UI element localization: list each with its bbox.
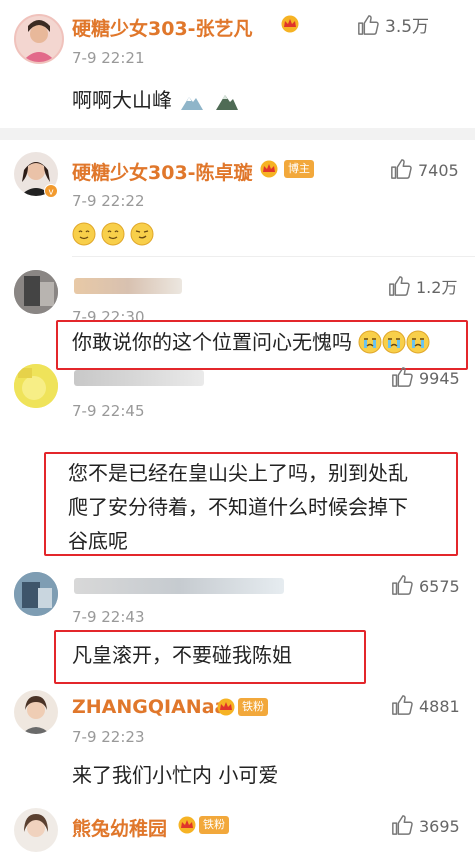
comment-text: 来了我们小忙内 小可爱 <box>72 763 279 787</box>
timestamp: 7-9 22:22 <box>72 192 145 210</box>
comment-text-line: 谷底呢 <box>68 529 128 553</box>
crown-icon <box>178 816 196 834</box>
comment-text-line: 爬了安分待着，不知道什么时候会掉下 <box>68 495 408 519</box>
comment-7: 熊兔幼稚园 铁粉 3695 <box>0 804 475 852</box>
verified-icon: v <box>44 184 58 198</box>
timestamp: 7-9 22:43 <box>72 608 145 626</box>
comment-text: 凡皇滚开，不要碰我陈姐 <box>72 643 292 667</box>
comment-text-line: 您不是已经在皇山尖上了吗，别到处乱 <box>68 461 408 485</box>
like-button[interactable]: 9945 <box>391 366 460 388</box>
avatar-image <box>14 364 58 408</box>
comment-6: ZHANGQIANaa 铁粉 4881 7-9 22:23 来了我们小忙内 小可… <box>0 686 475 804</box>
comment-5: 6575 7-9 22:43 凡皇滚开，不要碰我陈姐 <box>0 566 475 686</box>
comment-3: 1.2万 7-9 22:30 你敢说你的这个位置问心无愧吗 <box>0 256 475 370</box>
mountain-emoji <box>181 97 204 110</box>
thumbs-up-icon <box>392 815 413 835</box>
thumbs-up-icon <box>392 575 413 595</box>
comment-text: 你敢说你的这个位置问心无愧吗 <box>72 325 430 359</box>
avatar-image <box>22 20 56 62</box>
username-redacted <box>74 370 204 386</box>
fan-badge: 铁粉 <box>238 698 268 716</box>
divider <box>0 128 475 140</box>
comment-2: v 硬糖少女303-陈卓璇 博主 7405 7-9 22:22 <box>0 140 475 256</box>
comment-emojis <box>72 222 154 246</box>
thumbs-up-icon <box>358 15 379 35</box>
username[interactable]: ZHANGQIANaa <box>72 696 227 718</box>
crown-icon <box>281 15 299 33</box>
avatar-image <box>14 572 58 616</box>
username-redacted <box>74 278 182 294</box>
like-count: 7405 <box>418 161 459 180</box>
like-button[interactable]: 1.2万 <box>388 274 457 298</box>
username[interactable]: 硬糖少女303-陈卓璇 <box>72 158 253 185</box>
smile-emoji <box>101 222 125 246</box>
avatar[interactable] <box>14 808 58 852</box>
timestamp: 7-9 22:21 <box>72 49 145 67</box>
like-count: 9945 <box>419 369 460 388</box>
crown-icon <box>217 698 235 716</box>
username[interactable]: 硬糖少女303-张艺凡 <box>72 14 253 41</box>
smile-emoji <box>130 222 154 246</box>
author-badge: 博主 <box>284 160 314 178</box>
avatar[interactable] <box>14 270 58 314</box>
username[interactable]: 熊兔幼稚园 <box>72 814 167 841</box>
comment-text: 啊啊大山峰 <box>72 83 241 117</box>
timestamp: 7-9 22:23 <box>72 728 145 746</box>
like-button[interactable]: 3.5万 <box>357 12 429 37</box>
like-button[interactable]: 7405 <box>390 158 459 180</box>
like-button[interactable]: 6575 <box>391 574 460 596</box>
thumbs-up-icon <box>389 276 410 296</box>
comment-1: 硬糖少女303-张艺凡 3.5万 7-9 22:21 啊啊大山峰 <box>0 0 475 128</box>
like-button[interactable]: 3695 <box>391 814 460 836</box>
avatar-image <box>24 814 48 837</box>
like-count: 6575 <box>419 577 460 596</box>
like-count: 3695 <box>419 817 460 836</box>
avatar[interactable] <box>14 14 64 64</box>
cry-emoji <box>406 330 430 354</box>
thumbs-up-icon <box>391 159 412 179</box>
cry-emoji <box>358 330 382 354</box>
like-count: 4881 <box>419 697 460 716</box>
comment-4: 9945 7-9 22:45 您不是已经在皇山尖上了吗，别到处乱 爬了安分待着，… <box>0 356 475 566</box>
avatar-image <box>22 696 50 734</box>
comment-text-content: 啊啊大山峰 <box>72 88 172 112</box>
thumbs-up-icon <box>392 695 413 715</box>
fan-badge: 铁粉 <box>199 816 229 834</box>
timestamp: 7-9 22:45 <box>72 402 145 420</box>
like-count: 1.2万 <box>416 278 458 297</box>
comment-text-content: 你敢说你的这个位置问心无愧吗 <box>72 330 352 354</box>
comment-text: 您不是已经在皇山尖上了吗，别到处乱 爬了安分待着，不知道什么时候会掉下 谷底呢 <box>68 456 408 558</box>
mountain-emoji <box>215 95 238 110</box>
avatar[interactable] <box>14 572 58 616</box>
svg-text:v: v <box>48 188 54 198</box>
thumbs-up-icon <box>392 367 413 387</box>
like-button[interactable]: 4881 <box>391 694 460 716</box>
username-redacted <box>74 578 284 594</box>
avatar[interactable] <box>14 364 58 408</box>
like-count: 3.5万 <box>385 17 430 37</box>
avatar-image <box>14 270 58 314</box>
avatar[interactable] <box>14 690 58 734</box>
cry-emoji <box>382 330 406 354</box>
crown-icon <box>260 160 278 178</box>
smile-emoji <box>72 222 96 246</box>
